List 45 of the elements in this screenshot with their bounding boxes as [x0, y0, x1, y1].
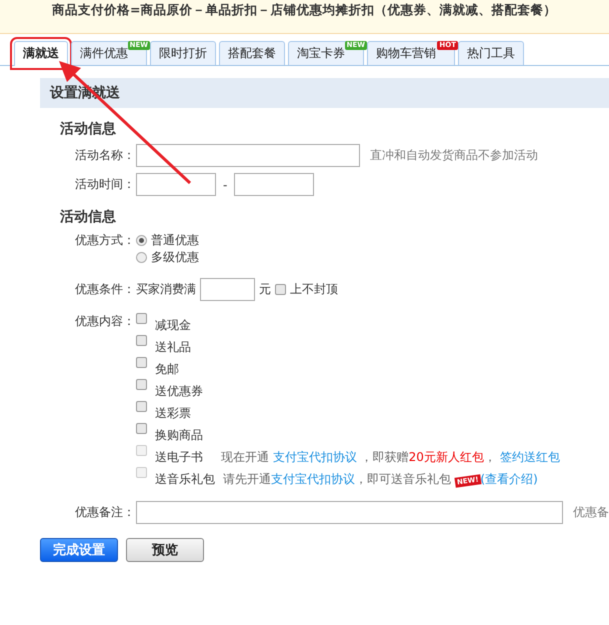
tab[interactable]: 搭配套餐: [219, 41, 285, 65]
checkbox-label: 送礼品: [155, 339, 192, 356]
checkbox-label: 上不封顶: [290, 281, 338, 298]
checkbox[interactable]: [275, 284, 286, 295]
field-label: 优惠备注：: [75, 504, 132, 521]
action-button[interactable]: 预览: [126, 538, 204, 562]
action-button[interactable]: 完成设置: [40, 538, 118, 562]
field-label: 优惠方式：: [75, 232, 132, 249]
condition-text: 买家消费满: [136, 281, 196, 298]
remark-field[interactable]: [136, 501, 563, 524]
section-heading: 活动信息: [60, 120, 117, 138]
activity-name-field[interactable]: [136, 144, 360, 167]
radio-button[interactable]: [136, 252, 147, 263]
checkbox-label: 送电子书: [155, 449, 204, 466]
checkbox-label: 换购商品: [155, 427, 204, 444]
checkbox[interactable]: [136, 313, 147, 324]
option-label: 普通优惠: [151, 232, 199, 249]
end-date-field[interactable]: [234, 173, 314, 196]
checkbox[interactable]: [136, 335, 147, 346]
field-label: 优惠内容：: [75, 313, 132, 330]
section-heading: 活动信息: [60, 208, 117, 226]
checkbox[interactable]: [136, 423, 147, 434]
promo-note: 现在开通 支付宝代扣协议 ，即获赠20元新人红包， 签约送红包: [221, 449, 560, 466]
date-separator: -: [223, 178, 228, 192]
checkbox[interactable]: [136, 379, 147, 390]
tab[interactable]: 限时打折: [150, 41, 216, 65]
field-label: 活动时间：: [75, 176, 132, 193]
radio-button[interactable]: [136, 235, 147, 246]
checkbox-label: 送彩票: [155, 405, 192, 422]
field-hint: 优惠备: [573, 504, 609, 521]
checkbox[interactable]: [136, 357, 147, 368]
checkbox-label: 减现金: [155, 317, 192, 334]
price-formula: 商品支付价格=商品原价－单品折扣－店铺优惠均摊折扣（优惠券、满就减、搭配套餐）: [52, 2, 556, 18]
field-label: 优惠条件：: [75, 281, 132, 298]
field-label: 活动名称：: [75, 147, 132, 164]
start-date-field[interactable]: [136, 173, 216, 196]
amount-field[interactable]: [200, 278, 255, 301]
unit-text: 元: [259, 281, 271, 298]
option-label: 多级优惠: [151, 249, 199, 266]
checkbox-label: 送优惠券: [155, 383, 204, 400]
tab[interactable]: 热门工具: [458, 41, 524, 65]
checkbox[interactable]: [136, 401, 147, 412]
checkbox-label: 免邮: [155, 361, 180, 378]
checkbox-label: 送音乐礼包: [155, 471, 215, 488]
field-hint: 直冲和自动发货商品不参加活动: [370, 147, 538, 164]
